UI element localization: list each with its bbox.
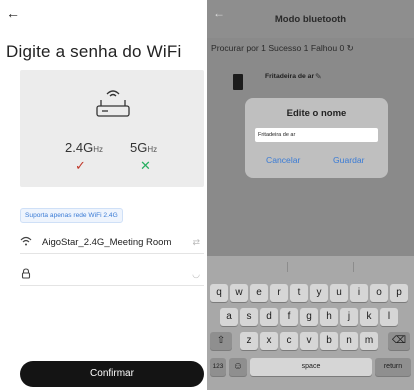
check-icon: ✓	[75, 158, 86, 173]
key-f[interactable]: f	[280, 308, 298, 326]
device-list-item[interactable]: Fritadeira de ar ✎	[207, 68, 414, 98]
band-5ghz-label: 5GHz	[130, 140, 158, 155]
bluetooth-mode-screen: ← Modo bluetooth Procurar por 1 Sucesso …	[207, 0, 414, 390]
key-v[interactable]: v	[300, 332, 318, 350]
key-m[interactable]: m	[360, 332, 378, 350]
key-d[interactable]: d	[260, 308, 278, 326]
backspace-key[interactable]: ⌫	[388, 332, 410, 350]
confirm-button[interactable]: Confirmar	[20, 361, 204, 387]
password-field[interactable]: ◡	[20, 264, 204, 286]
rename-dialog: Edite o nome Fritadeira de ar Cancelar G…	[245, 98, 388, 178]
key-r[interactable]: r	[270, 284, 288, 302]
key-c[interactable]: c	[280, 332, 298, 350]
switch-network-icon[interactable]: ⇄	[192, 237, 200, 248]
key-o[interactable]: o	[370, 284, 388, 302]
key-x[interactable]: x	[260, 332, 278, 350]
key-n[interactable]: n	[340, 332, 358, 350]
key-s[interactable]: s	[240, 308, 258, 326]
key-y[interactable]: y	[310, 284, 328, 302]
lock-icon	[21, 268, 31, 282]
router-illustration-card: 2.4GHz 5GHz ✓ ✕	[20, 70, 204, 187]
keyboard-suggestion-bar	[207, 256, 414, 278]
ssid-value: AigoStar_2.4G_Meeting Room	[42, 237, 172, 248]
air-fryer-icon	[233, 74, 243, 90]
header: ← Modo bluetooth	[207, 0, 414, 38]
space-key[interactable]: space	[250, 358, 372, 376]
save-button[interactable]: Guardar	[333, 155, 365, 165]
wifi-icon	[20, 236, 32, 249]
key-l[interactable]: l	[380, 308, 398, 326]
key-w[interactable]: w	[230, 284, 248, 302]
hide-password-icon[interactable]: ◡	[192, 269, 200, 280]
dialog-title: Edite o nome	[286, 108, 347, 119]
page-title: Modo bluetooth	[274, 14, 347, 25]
name-input[interactable]: Fritadeira de ar	[255, 128, 378, 142]
key-j[interactable]: j	[340, 308, 358, 326]
shift-key[interactable]: ⇧	[210, 332, 232, 350]
keyboard: q w e r t y u i o p a s d f g h j k l ⇧ …	[207, 278, 414, 390]
key-z[interactable]: z	[240, 332, 258, 350]
key-i[interactable]: i	[350, 284, 368, 302]
key-h[interactable]: h	[320, 308, 338, 326]
emoji-key-icon[interactable]: ☺	[229, 358, 247, 376]
cancel-button[interactable]: Cancelar	[266, 155, 300, 165]
key-a[interactable]: a	[220, 308, 238, 326]
ssid-field[interactable]: AigoStar_2.4G_Meeting Room ⇄	[20, 232, 204, 254]
band-24ghz-label: 2.4GHz	[65, 140, 103, 155]
wifi-24g-note: Suporta apenas rede WiFi 2.4G	[20, 208, 123, 223]
back-arrow-icon[interactable]: ←	[6, 6, 20, 20]
key-e[interactable]: e	[250, 284, 268, 302]
numbers-key[interactable]: 123	[210, 358, 226, 376]
key-b[interactable]: b	[320, 332, 338, 350]
key-u[interactable]: u	[330, 284, 348, 302]
key-k[interactable]: k	[360, 308, 378, 326]
wifi-password-screen: ← Digite a senha do WiFi 2.4GHz 5GHz ✓ ✕…	[0, 0, 207, 390]
cross-icon: ✕	[140, 158, 151, 173]
key-t[interactable]: t	[290, 284, 308, 302]
device-name: Fritadeira de ar	[265, 73, 315, 80]
scan-status: Procurar por 1 Sucesso 1 Falhou 0 ↻	[211, 43, 354, 53]
return-key[interactable]: return	[375, 358, 411, 376]
edit-icon[interactable]: ✎	[315, 72, 322, 81]
key-p[interactable]: p	[390, 284, 408, 302]
key-q[interactable]: q	[210, 284, 228, 302]
router-icon	[96, 90, 130, 117]
key-g[interactable]: g	[300, 308, 318, 326]
page-title: Digite a senha do WiFi	[6, 42, 182, 61]
